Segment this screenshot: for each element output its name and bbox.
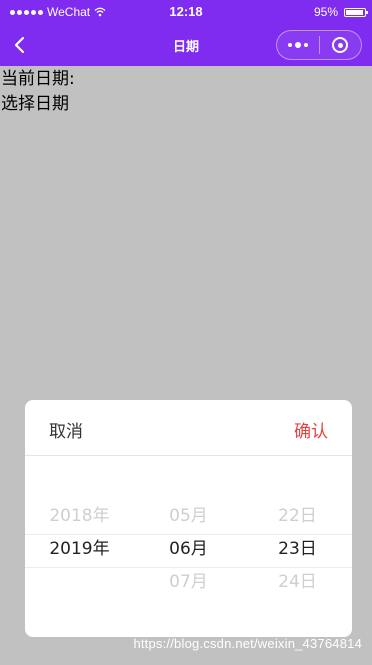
close-button[interactable] (320, 31, 362, 59)
page-content: 当前日期: 选择日期 (1, 67, 75, 117)
select-date-trigger[interactable]: 选择日期 (1, 92, 75, 117)
capsule-menu (276, 30, 362, 60)
battery-icon (344, 7, 368, 17)
status-bar: WeChat 12:18 95% (0, 0, 372, 24)
year-prev: 2018年 (49, 506, 110, 526)
month-next: 07月 (169, 572, 208, 592)
day-prev: 22日 (278, 506, 317, 526)
watermark: https://blog.csdn.net/weixin_43764814 (133, 636, 362, 651)
year-column[interactable]: 2018年 2019年 (25, 500, 134, 599)
month-column[interactable]: 05月 06月 07月 (134, 500, 243, 599)
nav-bar: 日期 (0, 24, 372, 66)
day-column[interactable]: 22日 23日 24日 (243, 500, 352, 599)
day-selected: 23日 (278, 539, 317, 559)
day-next: 24日 (278, 572, 317, 592)
target-icon (332, 37, 349, 53)
confirm-button[interactable]: 确认 (294, 417, 328, 442)
more-button[interactable] (277, 31, 319, 59)
month-selected: 06月 (169, 539, 208, 559)
battery-percent: 95% (313, 5, 338, 19)
date-picker: 取消 确认 2018年 2019年 05月 06月 07月 22日 23日 24… (25, 400, 352, 637)
year-selected: 2019年 (49, 539, 110, 559)
picker-header: 取消 确认 (25, 400, 352, 456)
month-prev: 05月 (169, 506, 208, 526)
cancel-button[interactable]: 取消 (49, 417, 83, 442)
status-right: 95% (313, 5, 368, 19)
current-date-label: 当前日期: (1, 69, 75, 89)
more-icon (287, 42, 308, 48)
year-next (25, 566, 134, 599)
